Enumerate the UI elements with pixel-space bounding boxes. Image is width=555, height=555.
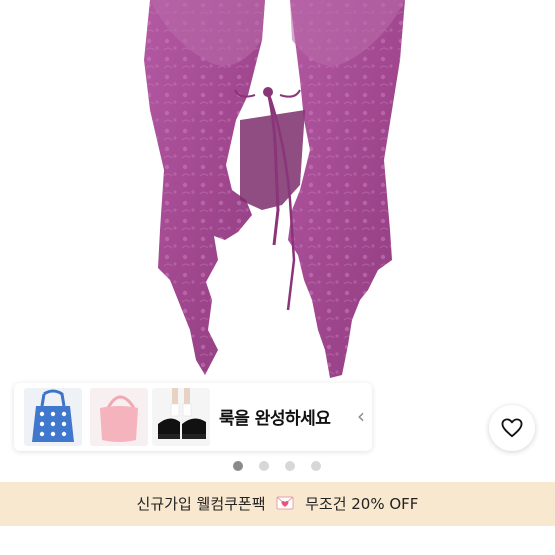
like-button[interactable] <box>489 405 535 451</box>
carousel-dot-3[interactable] <box>285 461 295 471</box>
chevron-left-icon[interactable]: ‹ <box>352 401 370 431</box>
thumbnail-blue-bag[interactable] <box>24 388 82 446</box>
promo-banner[interactable]: 신규가입 웰컴쿠폰팩 무조건 20% OFF <box>0 482 555 526</box>
pink-bag-icon <box>100 395 138 442</box>
blue-bag-icon <box>32 389 74 442</box>
promo-text-before: 신규가입 웰컴쿠폰팩 <box>136 495 266 513</box>
thumbnail-black-shoes[interactable] <box>152 388 210 446</box>
thumbnail-pink-bag[interactable] <box>90 388 148 446</box>
lace-top-illustration <box>144 0 405 378</box>
promo-text-after: 무조건 20% OFF <box>305 495 419 513</box>
carousel-dot-1[interactable] <box>233 461 243 471</box>
page-bottom <box>0 526 555 555</box>
heart-letter-icon <box>276 496 294 510</box>
product-image[interactable] <box>0 0 555 448</box>
carousel-dot-4[interactable] <box>311 461 321 471</box>
heart-outline-icon <box>501 418 523 438</box>
shoes-icon <box>158 388 206 439</box>
complete-look-bar[interactable]: 룩을 완성하세요 ‹ <box>14 383 372 451</box>
complete-look-title: 룩을 완성하세요 <box>219 409 331 429</box>
carousel-dot-2[interactable] <box>259 461 269 471</box>
